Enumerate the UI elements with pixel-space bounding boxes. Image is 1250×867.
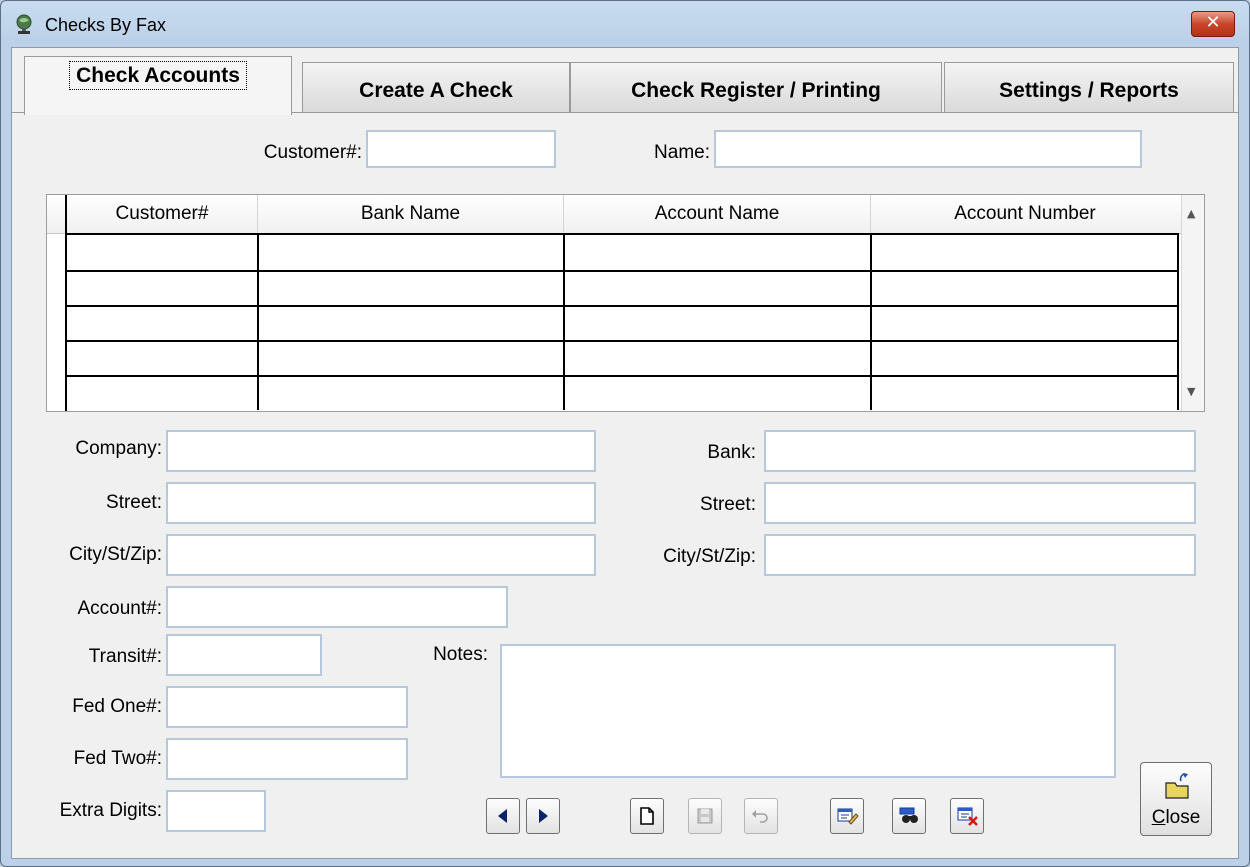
account-number-input[interactable] bbox=[166, 586, 508, 628]
col-header-bank-name[interactable]: Bank Name bbox=[258, 195, 564, 233]
delete-record-button[interactable] bbox=[950, 798, 984, 834]
cell-customer[interactable] bbox=[65, 340, 259, 375]
name-search-input[interactable] bbox=[714, 130, 1142, 168]
edit-record-button[interactable] bbox=[830, 798, 864, 834]
transit-number-input[interactable] bbox=[166, 634, 322, 676]
save-record-button[interactable] bbox=[688, 798, 722, 834]
cell-account-name[interactable] bbox=[564, 305, 872, 340]
next-record-button[interactable] bbox=[526, 798, 560, 834]
app-globe-icon bbox=[16, 14, 32, 34]
close-label-rest: lose bbox=[1165, 807, 1201, 828]
fed-one-input[interactable] bbox=[166, 686, 408, 728]
cell-account-name[interactable] bbox=[564, 375, 872, 410]
account-number-label: Account#: bbox=[77, 598, 163, 619]
customer-search-label: Customer#: bbox=[263, 142, 362, 163]
tab-label: Settings / Reports bbox=[999, 79, 1179, 102]
next-record-icon bbox=[539, 809, 548, 823]
cell-bank-name[interactable] bbox=[258, 270, 565, 305]
close-button-label: Close bbox=[1141, 807, 1211, 829]
company-input[interactable] bbox=[166, 430, 596, 472]
city-state-zip-label: City/St/Zip: bbox=[69, 544, 162, 565]
new-record-button[interactable] bbox=[630, 798, 664, 834]
cell-account-number[interactable] bbox=[871, 305, 1179, 340]
cell-bank-name[interactable] bbox=[258, 375, 565, 410]
cell-account-number[interactable] bbox=[871, 375, 1179, 410]
tab-settings-reports[interactable]: Settings / Reports bbox=[944, 62, 1234, 113]
name-search-label: Name: bbox=[654, 142, 710, 163]
scroll-up-icon[interactable]: ▲ bbox=[1187, 207, 1195, 220]
fed-one-label: Fed One#: bbox=[72, 696, 162, 717]
col-header-account-number[interactable]: Account Number bbox=[871, 195, 1179, 233]
bank-street-input[interactable] bbox=[764, 482, 1196, 524]
grid-scrollbar[interactable]: ▲ ▼ bbox=[1181, 195, 1204, 411]
undo-icon bbox=[752, 810, 768, 823]
city-state-zip-input[interactable] bbox=[166, 534, 596, 576]
tab-check-register-printing[interactable]: Check Register / Printing bbox=[570, 62, 942, 113]
table-row[interactable] bbox=[65, 375, 1179, 410]
col-header-customer[interactable]: Customer# bbox=[67, 195, 258, 233]
cell-account-name[interactable] bbox=[564, 270, 872, 305]
table-row[interactable] bbox=[65, 270, 1179, 307]
extra-digits-label: Extra Digits: bbox=[59, 800, 162, 821]
cell-account-name[interactable] bbox=[564, 340, 872, 375]
client-area: Check Accounts Create A Check Check Regi… bbox=[11, 47, 1239, 859]
close-label-accel: C bbox=[1151, 807, 1166, 828]
tab-strip: Check Accounts Create A Check Check Regi… bbox=[12, 48, 1238, 115]
grid-header: Customer# Bank Name Account Name Account… bbox=[47, 195, 1181, 234]
close-button[interactable]: Close bbox=[1140, 762, 1212, 836]
prev-record-icon bbox=[498, 809, 507, 823]
tab-label: Create A Check bbox=[359, 79, 513, 102]
cell-bank-name[interactable] bbox=[258, 340, 565, 375]
cell-bank-name[interactable] bbox=[258, 235, 565, 270]
find-record-button[interactable] bbox=[892, 798, 926, 834]
close-folder-icon bbox=[1165, 773, 1189, 799]
window-close-button[interactable]: ✕ bbox=[1191, 11, 1235, 37]
customer-search-input[interactable] bbox=[366, 130, 556, 168]
bank-city-state-zip-label: City/St/Zip: bbox=[663, 546, 756, 567]
save-record-icon bbox=[697, 808, 713, 824]
prev-record-button[interactable] bbox=[486, 798, 520, 834]
table-row[interactable] bbox=[65, 340, 1179, 377]
cell-account-name[interactable] bbox=[564, 235, 872, 270]
table-row[interactable] bbox=[65, 305, 1179, 342]
undo-button[interactable] bbox=[744, 798, 778, 834]
accounts-grid[interactable]: Customer# Bank Name Account Name Account… bbox=[46, 194, 1205, 412]
cell-customer[interactable] bbox=[65, 235, 259, 270]
title-bar: Checks By Fax ✕ bbox=[1, 1, 1249, 47]
bank-label: Bank: bbox=[707, 442, 756, 463]
app-window: Checks By Fax ✕ Check Accounts Create A … bbox=[0, 0, 1250, 867]
cell-customer[interactable] bbox=[65, 270, 259, 305]
company-label: Company: bbox=[75, 438, 162, 459]
cell-account-number[interactable] bbox=[871, 340, 1179, 375]
fed-two-input[interactable] bbox=[166, 738, 408, 780]
extra-digits-input[interactable] bbox=[166, 790, 266, 832]
transit-number-label: Transit#: bbox=[88, 646, 162, 667]
cell-customer[interactable] bbox=[65, 375, 259, 410]
delete-record-icon bbox=[957, 807, 978, 826]
street-label: Street: bbox=[106, 492, 162, 513]
bank-input[interactable] bbox=[764, 430, 1196, 472]
table-row[interactable] bbox=[65, 233, 1179, 272]
cell-customer[interactable] bbox=[65, 305, 259, 340]
notes-textarea[interactable] bbox=[500, 644, 1116, 778]
edit-record-icon bbox=[837, 808, 859, 825]
row-indicator-column bbox=[47, 195, 67, 411]
tab-label: Check Register / Printing bbox=[631, 79, 881, 102]
tab-label: Check Accounts bbox=[69, 61, 247, 90]
notes-label: Notes: bbox=[433, 644, 488, 665]
fed-two-label: Fed Two#: bbox=[73, 748, 162, 769]
bank-street-label: Street: bbox=[700, 494, 756, 515]
cell-bank-name[interactable] bbox=[258, 305, 565, 340]
col-header-account-name[interactable]: Account Name bbox=[564, 195, 871, 233]
street-input[interactable] bbox=[166, 482, 596, 524]
window-title: Checks By Fax bbox=[45, 15, 167, 35]
bank-city-state-zip-input[interactable] bbox=[764, 534, 1196, 576]
cell-account-number[interactable] bbox=[871, 235, 1179, 270]
scroll-down-icon[interactable]: ▼ bbox=[1187, 385, 1195, 398]
tab-check-accounts[interactable]: Check Accounts bbox=[24, 56, 292, 115]
cell-account-number[interactable] bbox=[871, 270, 1179, 305]
find-record-icon bbox=[899, 807, 918, 823]
new-record-icon bbox=[640, 807, 654, 825]
tab-create-a-check[interactable]: Create A Check bbox=[302, 62, 570, 113]
